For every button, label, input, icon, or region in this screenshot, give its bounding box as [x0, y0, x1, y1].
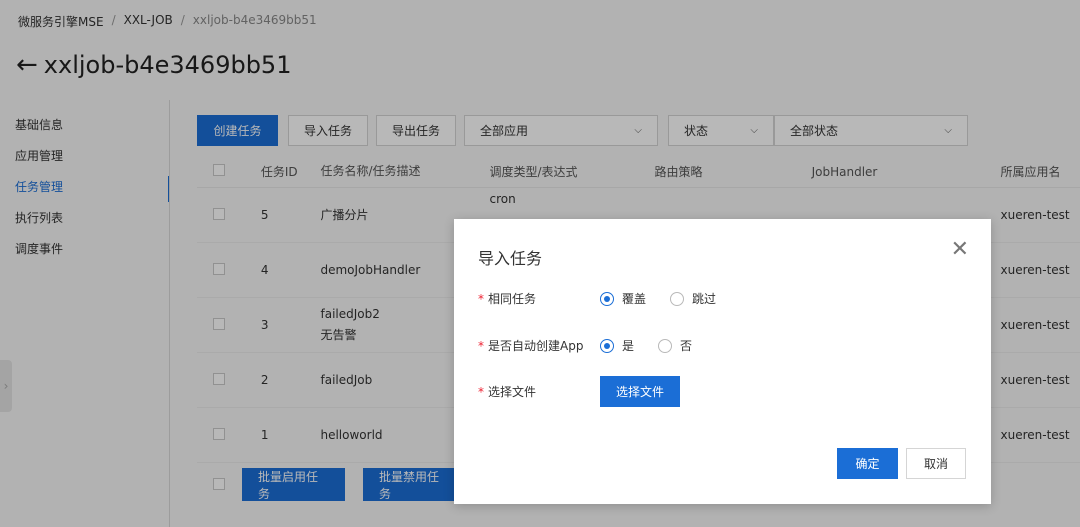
same-task-row: * 相同任务 覆盖 跳过 — [478, 290, 716, 307]
file-row: * 选择文件 选择文件 — [478, 376, 680, 407]
file-label: 选择文件 — [488, 385, 537, 399]
dialog-title: 导入任务 — [478, 249, 543, 268]
auto-create-label: 是否自动创建App — [488, 339, 584, 353]
required-mark: * — [478, 292, 484, 306]
radio-unselected-icon — [670, 291, 685, 306]
required-mark: * — [478, 385, 484, 399]
radio-skip-label: 跳过 — [692, 292, 717, 306]
radio-no[interactable]: 否 — [658, 337, 692, 354]
import-task-dialog: 导入任务 ✕ * 相同任务 覆盖 跳过 * 是否自动创建App 是 否 * 选择文件 … — [454, 219, 991, 504]
cancel-button[interactable]: 取消 — [906, 448, 966, 479]
radio-overwrite-label: 覆盖 — [622, 292, 647, 306]
radio-selected-icon — [600, 338, 614, 353]
radio-overwrite[interactable]: 覆盖 — [600, 290, 646, 307]
auto-create-row: * 是否自动创建App 是 否 — [478, 337, 692, 354]
radio-selected-icon — [600, 291, 614, 306]
same-task-label: 相同任务 — [488, 292, 537, 306]
close-icon[interactable]: ✕ — [951, 237, 969, 262]
radio-skip[interactable]: 跳过 — [670, 290, 716, 307]
radio-yes-label: 是 — [622, 339, 635, 353]
required-mark: * — [478, 339, 484, 353]
confirm-button[interactable]: 确定 — [837, 448, 898, 479]
radio-unselected-icon — [658, 338, 673, 353]
radio-no-label: 否 — [680, 339, 693, 353]
radio-yes[interactable]: 是 — [600, 337, 634, 354]
choose-file-button[interactable]: 选择文件 — [600, 376, 680, 407]
